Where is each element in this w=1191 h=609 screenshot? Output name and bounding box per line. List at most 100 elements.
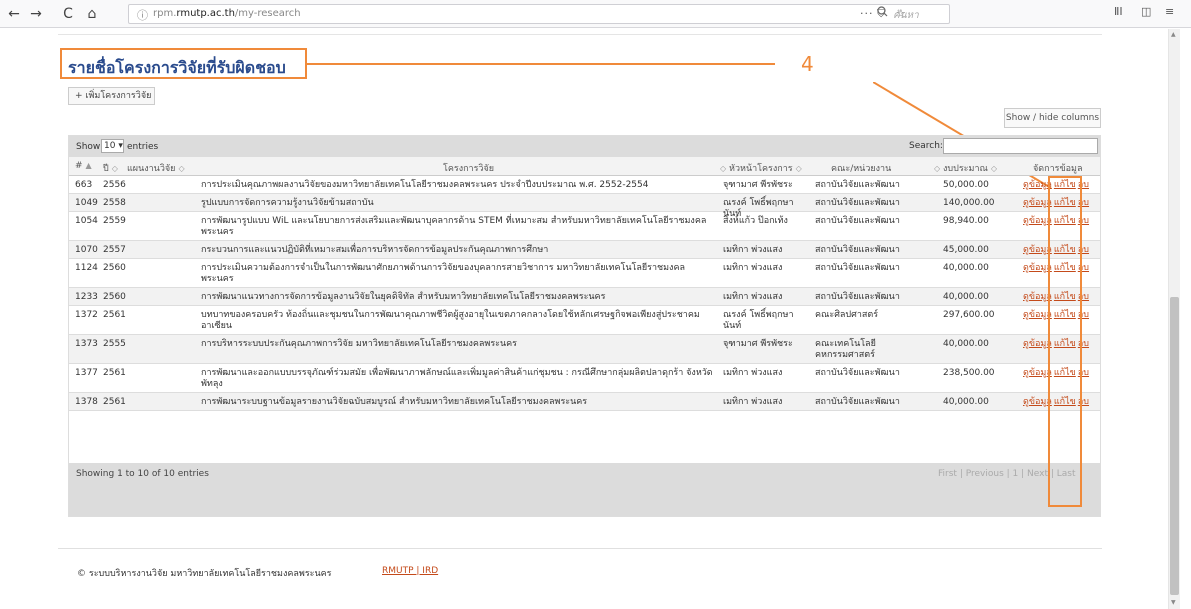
url-bar[interactable]: ⓘ rpm.rmutp.ac.th/my-research ··· ⛉ ☆	[128, 4, 950, 24]
cell-dept: สถาบันวิจัยและพัฒนา	[815, 397, 900, 407]
col-header-leader[interactable]: ◇ หัวหน้าโครงการ ◇	[717, 161, 802, 175]
cell-budget: 140,000.00	[943, 198, 995, 208]
cell-id: 1070	[75, 245, 98, 255]
col-header-manage: จัดการข้อมูล	[1033, 164, 1083, 174]
table-info: Showing 1 to 10 of 10 entries	[76, 469, 209, 479]
footer-copyright: © ระบบบริหารงานวิจัย มหาวิทยาลัยเทคโนโลย…	[77, 569, 332, 579]
col-header-project[interactable]: โครงการวิจัย	[443, 161, 494, 175]
table-row: 1378 2561 การพัฒนาระบบฐานข้อมูลรายงานวิจัย…	[69, 393, 1100, 411]
table-row: 1124 2560 การประเมินความต้องการจำเป็นในการ…	[69, 259, 1100, 288]
scroll-up-icon[interactable]: ▲	[1171, 31, 1176, 38]
page-length-select[interactable]: 10 ▾	[101, 139, 124, 153]
cell-budget: 45,000.00	[943, 245, 989, 255]
cell-year: 2561	[103, 368, 126, 378]
page-title: รายชื่อโครงการวิจัยที่รับผิดชอบ	[68, 58, 286, 77]
cell-year: 2560	[103, 263, 126, 273]
pagination-next[interactable]: Next	[1027, 469, 1048, 479]
home-icon[interactable]: ⌂	[82, 4, 102, 24]
back-icon[interactable]: ←	[4, 4, 24, 24]
info-icon[interactable]: ⓘ	[137, 7, 148, 23]
reload-icon[interactable]: C	[58, 4, 78, 24]
pagination-page[interactable]: 1	[1013, 469, 1019, 479]
sidebar-icon[interactable]: ◫	[1141, 5, 1151, 18]
table-row: 1054 2559 การพัฒนารูปแบบ WiL และนโยบายการส…	[69, 212, 1100, 241]
cell-budget: 297,600.00	[943, 310, 995, 320]
cell-dept: สถาบันวิจัยและพัฒนา	[815, 216, 900, 226]
divider	[58, 34, 1102, 35]
cell-budget: 40,000.00	[943, 339, 989, 349]
cell-project: การพัฒนาระบบฐานข้อมูลรายงานวิจัยฉบับสมบู…	[201, 397, 588, 407]
cell-project: รูปแบบการจัดการความรู้งานวิจัยข้ามสถาบัน	[201, 198, 374, 208]
cell-leader: เมทิกา พ่วงแสง	[723, 397, 783, 407]
cell-id: 1378	[75, 397, 98, 407]
divider	[58, 548, 1102, 549]
cell-project: กระบวนการและแนวปฏิบัติที่เหมาะสมเพื่อการ…	[201, 245, 549, 255]
url-text[interactable]: rpm.rmutp.ac.th/my-research	[153, 8, 301, 19]
scrollbar-thumb[interactable]	[1170, 297, 1179, 595]
table-row: 663 2556 การประเมินคุณภาพผลงานวิจัยของมหาว…	[69, 176, 1100, 194]
show-label: Show	[76, 142, 101, 152]
cell-id: 1049	[75, 198, 98, 208]
cell-year: 2560	[103, 292, 126, 302]
col-header-budget[interactable]: ◇ งบประมาณ ◇	[931, 161, 997, 175]
search-icon	[877, 6, 888, 20]
browser-search-bar[interactable]: ค้นหา	[877, 4, 1073, 24]
scroll-down-icon[interactable]: ▼	[1171, 599, 1176, 606]
cell-year: 2559	[103, 216, 126, 226]
cell-year: 2561	[103, 310, 126, 320]
table-row: 1233 2560 การพัฒนาแนวทางการจัดการข้อมูลงาน…	[69, 288, 1100, 306]
cell-project: การพัฒนารูปแบบ WiL และนโยบายการส่งเสริมแ…	[201, 216, 707, 237]
table-row: 1049 2558 รูปแบบการจัดการความรู้งานวิจัยข้…	[69, 194, 1100, 219]
table-row: 1377 2561 การพัฒนาและออกแบบบรรจุภัณฑ์ร่วมส…	[69, 364, 1100, 393]
cell-year: 2557	[103, 245, 126, 255]
entries-label: entries	[127, 142, 159, 152]
page-content: รายชื่อโครงการวิจัยที่รับผิดชอบ 4 + เพิ่…	[58, 34, 1102, 594]
cell-leader: เมทิกา พ่วงแสง	[723, 368, 783, 378]
cell-dept: สถาบันวิจัยและพัฒนา	[815, 263, 900, 273]
cell-id: 1124	[75, 263, 98, 273]
scrollbar[interactable]: ▲ ▼	[1168, 29, 1180, 609]
col-header-year[interactable]: ปี ◇	[103, 161, 118, 175]
cell-dept: สถาบันวิจัยและพัฒนา	[815, 198, 900, 208]
add-project-button[interactable]: + เพิ่มโครงการวิจัย	[68, 87, 155, 105]
cell-dept: คณะศิลปศาสตร์	[815, 310, 879, 320]
cell-project: การประเมินคุณภาพผลงานวิจัยของมหาวิทยาลัย…	[201, 180, 649, 190]
cell-budget: 40,000.00	[943, 397, 989, 407]
cell-budget: 98,940.00	[943, 216, 989, 226]
search-label: Search:	[909, 141, 943, 151]
callout-line	[307, 63, 775, 65]
col-header-id[interactable]: # ▲	[75, 161, 92, 171]
cell-project: การพัฒนาแนวทางการจัดการข้อมูลงานวิจัยในย…	[201, 292, 606, 302]
cell-leader: จุฑามาศ พีรพัชระ	[723, 339, 793, 349]
table-search-input[interactable]	[943, 138, 1098, 154]
table-row: 1070 2557 กระบวนการและแนวปฏิบัติที่เหมาะสม…	[69, 241, 1100, 259]
cell-project: การพัฒนาและออกแบบบรรจุภัณฑ์ร่วมสมัย เพื่…	[201, 368, 713, 389]
library-icon[interactable]: ⅡⅠ	[1114, 5, 1123, 18]
cell-year: 2561	[103, 397, 126, 407]
cell-dept: สถาบันวิจัยและพัฒนา	[815, 245, 900, 255]
cell-id: 1377	[75, 368, 98, 378]
pagination-previous[interactable]: Previous	[966, 469, 1004, 479]
cell-leader: เมทิกา พ่วงแสง	[723, 245, 783, 255]
cell-year: 2558	[103, 198, 126, 208]
cell-dept: สถาบันวิจัยและพัฒนา	[815, 180, 900, 190]
col-header-plan[interactable]: แผนงานวิจัย ◇	[127, 161, 185, 175]
cell-project: การบริหารระบบประกันคุณภาพการวิจัย มหาวิท…	[201, 339, 517, 349]
pagination-first[interactable]: First	[938, 469, 957, 479]
cell-dept: คณะเทคโนโลยีคหกรรมศาสตร์	[815, 339, 876, 360]
col-header-dept[interactable]: คณะ/หน่วยงาน	[831, 161, 891, 175]
table-row: 1372 2561 บทบาทของครอบครัว ท้องถิ่นและชุมช…	[69, 306, 1100, 335]
cell-id: 1373	[75, 339, 98, 349]
table-row: 1373 2555 การบริหารระบบประกันคุณภาพการวิจั…	[69, 335, 1100, 364]
menu-icon[interactable]: ≡	[1165, 5, 1174, 18]
cell-budget: 40,000.00	[943, 292, 989, 302]
table-controls: Show 10 ▾ entries Search:	[69, 136, 1100, 157]
page-actions-icon[interactable]: ···	[860, 7, 874, 20]
actions-highlight-box	[1048, 176, 1082, 507]
cell-budget: 238,500.00	[943, 368, 995, 378]
forward-icon[interactable]: →	[26, 4, 46, 24]
footer-links[interactable]: RMUTP | IRD	[382, 566, 438, 576]
cell-id: 1054	[75, 216, 98, 226]
cell-project: การประเมินความต้องการจำเป็นในการพัฒนาศัก…	[201, 263, 685, 284]
show-hide-columns-button[interactable]: Show / hide columns	[1004, 108, 1101, 128]
